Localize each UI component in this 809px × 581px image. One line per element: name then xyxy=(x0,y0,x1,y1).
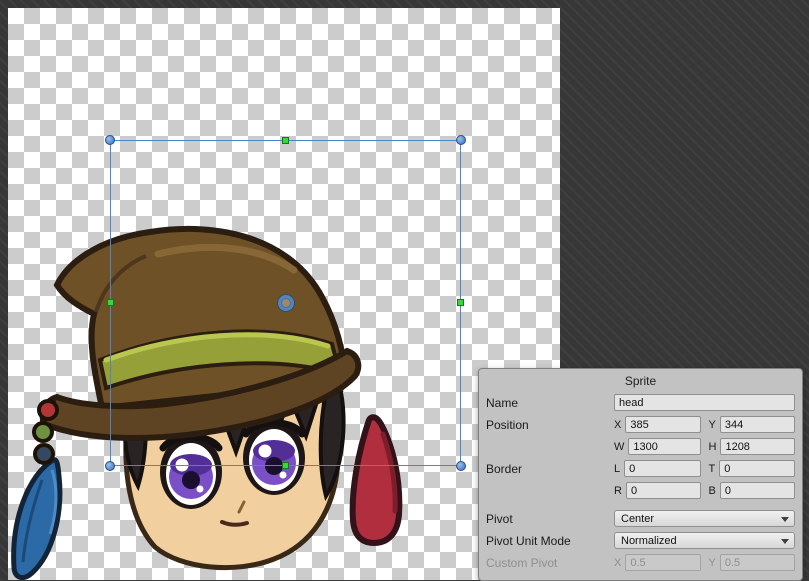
chevron-down-icon xyxy=(781,539,789,544)
sprite-panel: Sprite Name Position X Y W H xyxy=(478,368,803,581)
custom-pivot-row: Custom Pivot X Y xyxy=(486,553,795,572)
selection-handle-left[interactable] xyxy=(107,299,114,306)
pivot-dropdown-value: Center xyxy=(621,513,654,525)
height-prefix: H xyxy=(709,441,717,453)
border-row: Border L T xyxy=(486,459,795,478)
selection-handle-top[interactable] xyxy=(282,137,289,144)
custom-pivot-x-field xyxy=(625,554,700,571)
border-row-2: R B xyxy=(486,481,795,500)
border-label: Border xyxy=(486,462,614,476)
position-y-field[interactable] xyxy=(720,416,795,433)
position-label: Position xyxy=(486,418,614,432)
size-row: W H xyxy=(486,437,795,456)
selection-handle-top-left[interactable] xyxy=(105,135,115,145)
name-field[interactable] xyxy=(614,394,795,411)
sprite-selection-rect[interactable] xyxy=(110,140,461,466)
border-t-field[interactable] xyxy=(719,460,795,477)
custom-pivot-y-prefix: Y xyxy=(709,557,716,569)
position-row: Position X Y xyxy=(486,415,795,434)
selection-handle-bottom-left[interactable] xyxy=(105,461,115,471)
border-l-field[interactable] xyxy=(624,460,700,477)
pivot-dropdown[interactable]: Center xyxy=(614,510,795,527)
position-x-prefix: X xyxy=(614,419,621,431)
panel-title: Sprite xyxy=(486,369,795,393)
pivot-handle[interactable] xyxy=(278,295,294,311)
selection-handle-top-right[interactable] xyxy=(456,135,466,145)
border-l-prefix: L xyxy=(614,463,620,475)
pivot-unit-mode-label: Pivot Unit Mode xyxy=(486,534,614,548)
hat-beads xyxy=(34,401,57,463)
name-label: Name xyxy=(486,396,614,410)
custom-pivot-x-prefix: X xyxy=(614,557,621,569)
border-t-prefix: T xyxy=(709,463,716,475)
feather xyxy=(14,460,60,578)
custom-pivot-y-field xyxy=(720,554,795,571)
position-y-prefix: Y xyxy=(709,419,716,431)
border-r-prefix: R xyxy=(614,485,622,497)
width-prefix: W xyxy=(614,441,624,453)
pivot-unit-mode-row: Pivot Unit Mode Normalized xyxy=(486,531,795,550)
custom-pivot-label: Custom Pivot xyxy=(486,556,614,570)
selection-handle-bottom-right[interactable] xyxy=(456,461,466,471)
name-row: Name xyxy=(486,393,795,412)
pivot-unit-mode-dropdown-value: Normalized xyxy=(621,535,677,547)
border-b-field[interactable] xyxy=(720,482,795,499)
position-x-field[interactable] xyxy=(625,416,700,433)
pivot-row: Pivot Center xyxy=(486,509,795,528)
pivot-unit-mode-dropdown[interactable]: Normalized xyxy=(614,532,795,549)
pivot-label: Pivot xyxy=(486,512,614,526)
border-b-prefix: B xyxy=(709,485,716,497)
chevron-down-icon xyxy=(781,517,789,522)
selection-handle-right[interactable] xyxy=(457,299,464,306)
border-r-field[interactable] xyxy=(626,482,701,499)
selection-handle-bottom[interactable] xyxy=(282,462,289,469)
height-field[interactable] xyxy=(720,438,795,455)
width-field[interactable] xyxy=(628,438,700,455)
